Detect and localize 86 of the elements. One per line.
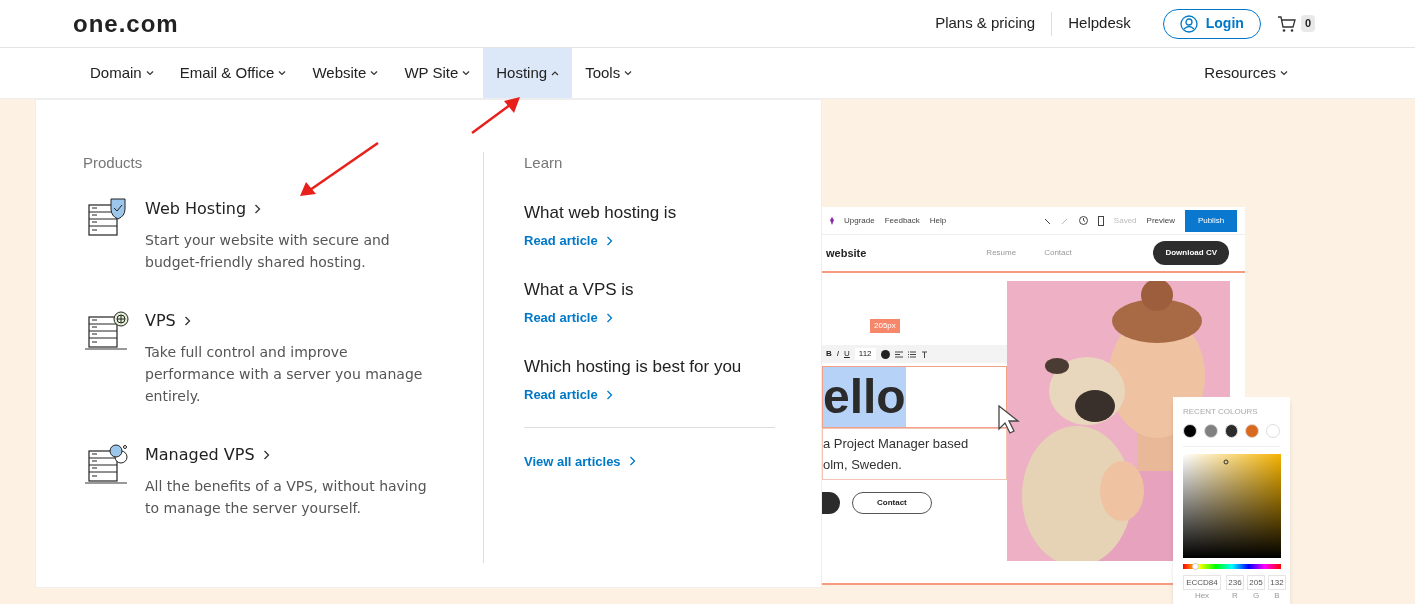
- heading-text: ello: [823, 367, 906, 427]
- chevron-down-icon: [145, 70, 154, 76]
- chevron-down-icon: [278, 70, 287, 76]
- size-tag: 205px: [870, 319, 900, 333]
- history-icon[interactable]: [1078, 216, 1088, 225]
- chevron-right-icon: [605, 312, 613, 323]
- font-size-select[interactable]: 112: [854, 348, 876, 360]
- mobile-icon[interactable]: [1097, 215, 1104, 226]
- saved-label: Saved: [1113, 214, 1137, 227]
- nav-tab[interactable]: Hosting: [483, 48, 573, 98]
- format-button[interactable]: I: [836, 348, 839, 360]
- nav-tab[interactable]: WP Site: [391, 48, 484, 98]
- article-title: What web hosting is: [524, 201, 678, 224]
- colour-gradient[interactable]: [1183, 454, 1281, 558]
- chevron-right-icon: [183, 315, 191, 326]
- download-cv-button[interactable]: Download CV: [1153, 241, 1229, 265]
- cart-icon[interactable]: [1276, 14, 1297, 33]
- chevron-down-icon: [462, 70, 471, 76]
- product-description: Take full control and improve performance with a server you manage entirely.: [145, 342, 424, 406]
- publish-button[interactable]: Publish: [1185, 209, 1237, 232]
- site-title: website: [826, 245, 867, 261]
- colour-swatch[interactable]: [1245, 424, 1260, 438]
- toolbar-item[interactable]: Help: [929, 214, 947, 227]
- chevron-down-icon: [624, 70, 633, 76]
- nav-tab[interactable]: Website: [299, 48, 392, 98]
- cursor-icon: [998, 405, 1022, 435]
- toolbar-item[interactable]: Upgrade: [844, 214, 875, 227]
- rgb-field[interactable]: 205: [1247, 575, 1265, 590]
- format-button[interactable]: B: [826, 348, 832, 360]
- rgb-label: G: [1252, 591, 1260, 600]
- chevron-down-icon: [1280, 70, 1288, 76]
- hue-slider-thumb[interactable]: [1191, 563, 1199, 570]
- cart-count-badge: 0: [1300, 15, 1315, 32]
- chevron-right-icon: [628, 456, 636, 467]
- header-link[interactable]: Helpdesk: [1068, 12, 1131, 35]
- logo[interactable]: one.com: [73, 5, 179, 42]
- product-description: All the benefits of a VPS, without having to manage the server yourself.: [145, 476, 428, 518]
- colour-swatch[interactable]: [1224, 424, 1239, 438]
- colour-swatch[interactable]: [1266, 424, 1280, 438]
- article-title: What a VPS is: [524, 278, 635, 301]
- section-heading: Learn: [524, 153, 564, 173]
- annotation-arrow: [470, 95, 522, 135]
- product-link[interactable]: VPS: [145, 308, 435, 333]
- rgb-field[interactable]: 132: [1268, 575, 1286, 590]
- clear-format-icon[interactable]: [920, 350, 929, 358]
- rgb-field[interactable]: 236: [1226, 575, 1244, 590]
- hue-slider-track[interactable]: [1183, 564, 1281, 569]
- hex-field[interactable]: ECCD84: [1183, 575, 1221, 590]
- product-description: Start your website with secure and budget-friendly shared hosting.: [145, 230, 391, 272]
- chevron-right-icon: [262, 449, 270, 460]
- nav-tab[interactable]: Domain: [77, 48, 167, 98]
- section-heading: Products: [83, 153, 144, 173]
- nav-tab[interactable]: Resources: [1191, 48, 1301, 98]
- hex-label: Hex: [1194, 591, 1210, 600]
- read-article-link[interactable]: Read article: [524, 308, 775, 328]
- view-all-articles-link[interactable]: View all articles: [524, 451, 775, 471]
- server-icon: [83, 308, 129, 353]
- product-link[interactable]: Managed VPS: [145, 442, 435, 467]
- rgb-label: R: [1232, 591, 1238, 600]
- chevron-right-icon: [605, 389, 613, 400]
- nav-tab[interactable]: Email & Office: [166, 48, 300, 98]
- chevron-right-icon: [254, 203, 262, 214]
- preview-link[interactable]: Preview: [1146, 214, 1175, 227]
- upgrade-icon: [830, 216, 834, 225]
- colour-swatch[interactable]: [1203, 424, 1218, 438]
- read-article-link[interactable]: Read article: [524, 231, 775, 251]
- toolbar-item[interactable]: Feedback: [884, 214, 920, 227]
- chevron-right-icon: [605, 235, 613, 246]
- chevron-up-icon: [551, 70, 560, 76]
- color-swatch[interactable]: [880, 349, 890, 359]
- header-link[interactable]: Plans & pricing: [935, 12, 1036, 35]
- recent-colours-label: RECENT COLOURS: [1183, 407, 1259, 416]
- read-article-link[interactable]: Read article: [524, 385, 775, 405]
- user-icon: [1179, 14, 1198, 33]
- list-icon[interactable]: [907, 350, 916, 358]
- align-icon[interactable]: [894, 350, 903, 358]
- product-link[interactable]: Web Hosting: [145, 196, 435, 221]
- server-icon: [83, 442, 129, 487]
- colour-swatch[interactable]: [1183, 424, 1197, 438]
- format-button[interactable]: U: [844, 348, 850, 360]
- article-title: Which hosting is best for you: [524, 355, 743, 378]
- dark-button[interactable]: [822, 492, 840, 514]
- rgb-label: B: [1274, 591, 1280, 600]
- nav-tab[interactable]: Tools: [572, 48, 646, 98]
- chevron-down-icon: [370, 70, 379, 76]
- body-text: a Project Manager based olm, Sweden.: [822, 428, 1007, 480]
